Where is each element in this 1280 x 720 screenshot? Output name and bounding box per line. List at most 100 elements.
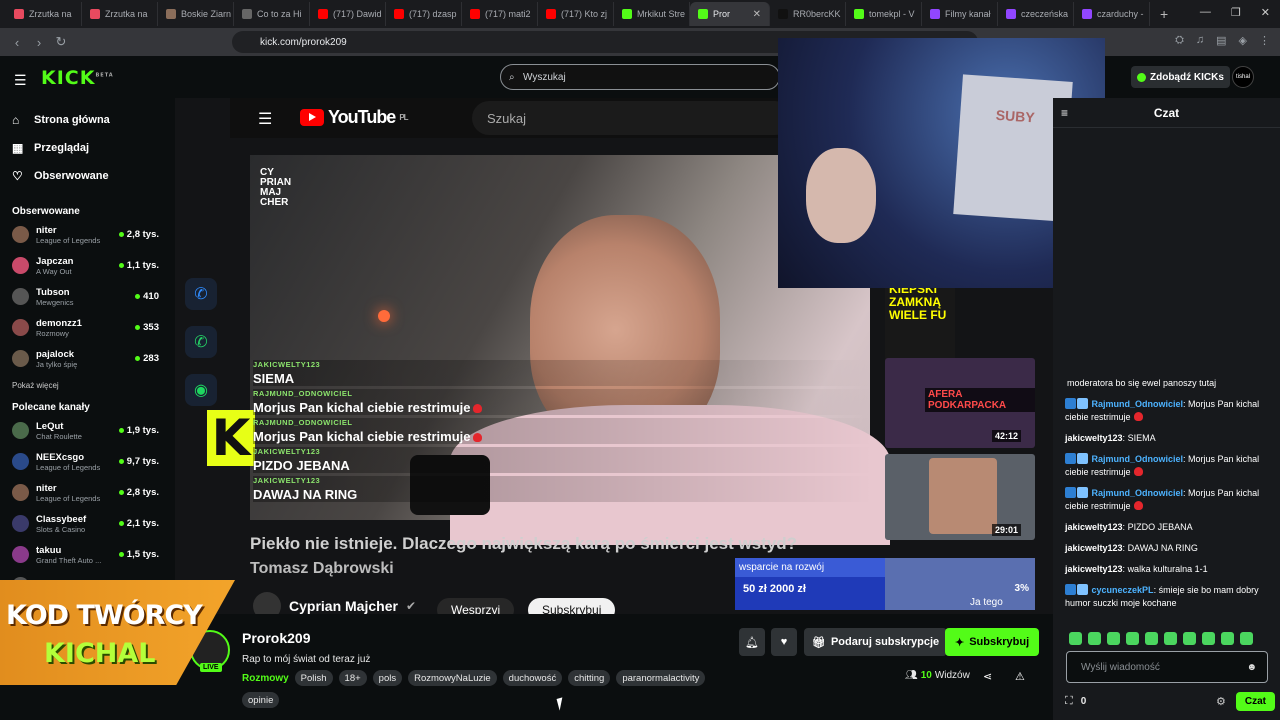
channel-name[interactable]: Prorok209 <box>242 630 310 646</box>
sidebar-channel[interactable]: takuu Grand Theft Auto ... 1,5 tys. <box>0 539 175 570</box>
report-icon[interactable]: ⚠ <box>1015 670 1025 683</box>
browser-tab[interactable]: (717) Dawid <box>310 2 386 26</box>
browser-tab[interactable]: czeczeńska <box>998 2 1074 26</box>
category-link[interactable]: Rozmowy <box>242 670 289 686</box>
browser-tab[interactable]: Co to za Hi <box>234 2 310 26</box>
emote-icon[interactable] <box>1107 632 1120 645</box>
emote-icon[interactable] <box>1202 632 1215 645</box>
sidebar-channel[interactable]: demonzz1 Rozmowy 353 <box>0 312 175 343</box>
browser-tab[interactable]: Filmy kanał <box>922 2 998 26</box>
browser-tab[interactable]: czarduchy - <box>1074 2 1150 26</box>
star-icon: ✦ <box>955 636 965 649</box>
browser-tab[interactable]: (717) dzasp <box>386 2 462 26</box>
chat-username[interactable]: jakicwelty123 <box>1065 522 1123 532</box>
get-kicks-button[interactable]: Zdobądź KICKs <box>1131 66 1230 88</box>
sidepanel-icon[interactable]: ▤ <box>1216 34 1226 47</box>
new-tab-icon[interactable]: + <box>1150 6 1178 22</box>
nav-label: Strona główna <box>34 114 110 126</box>
translate-icon[interactable]: ⛭ <box>1175 34 1184 47</box>
reload-icon[interactable]: ↻ <box>50 34 72 50</box>
channel-avatar <box>12 515 29 532</box>
stream-tag[interactable]: paranormalactivity <box>616 670 706 686</box>
emote-icon[interactable] <box>1069 632 1082 645</box>
browser-tab[interactable]: (717) Kto zj <box>538 2 614 26</box>
menu-icon[interactable]: ⋮ <box>1259 34 1270 47</box>
stream-tag[interactable]: Polish <box>294 670 333 686</box>
restore-icon[interactable]: ❐ <box>1231 6 1241 19</box>
sidebar-nav-item[interactable]: ♡ Obserwowane <box>0 162 175 190</box>
live-dot-icon <box>135 294 141 299</box>
stream-tag[interactable]: RozmowyNaLuzie <box>408 670 497 686</box>
show-more-link[interactable]: Pokaż więcej <box>0 374 175 396</box>
chat-username[interactable]: Rajmund_Odnowiciel <box>1092 454 1184 464</box>
user-badge-icon <box>1077 487 1088 498</box>
emote-icon[interactable] <box>1088 632 1101 645</box>
chat-username[interactable]: jakicwelty123 <box>1065 433 1123 443</box>
back-icon[interactable]: ‹ <box>6 35 28 50</box>
tab-favicon <box>698 9 708 19</box>
chat-username[interactable]: cycuneczekPL <box>1092 585 1154 595</box>
tab-label: Zrzutka na <box>29 9 72 19</box>
close-window-icon[interactable]: ✕ <box>1261 6 1270 19</box>
channel-name: Japczan <box>36 255 74 267</box>
sidebar-channel[interactable]: Classybeef Slots & Casino 2,1 tys. <box>0 508 175 539</box>
stream-tag[interactable]: duchowość <box>502 670 563 686</box>
channel-viewers: 1,9 tys. <box>118 425 159 436</box>
sidebar-channel[interactable]: Tubson Mewgenics 410 <box>0 281 175 312</box>
sidebar-nav-item[interactable]: ▦ Przeglądaj <box>0 134 175 162</box>
subscribe-button[interactable]: ✦ Subskrybuj <box>945 628 1040 656</box>
browser-tab[interactable]: Zrzutka na <box>6 2 82 26</box>
gift-subs-button[interactable]: 🎁︎ Podaruj subskrypcje <box>804 628 948 656</box>
sidebar-channel[interactable]: NEEXcsgo League of Legends 9,7 tys. <box>0 446 175 477</box>
close-tab-icon[interactable]: ✕ <box>753 9 761 20</box>
emote-icon[interactable] <box>1126 632 1139 645</box>
hamburger-icon[interactable]: ☰ <box>14 72 27 89</box>
channel-viewers: 9,7 tys. <box>118 456 159 467</box>
emoji-icon[interactable]: ☻ <box>1246 662 1257 673</box>
sidebar-nav-item[interactable]: ⌂ Strona główna <box>0 106 175 134</box>
emote-icon[interactable] <box>1145 632 1158 645</box>
forward-icon[interactable]: › <box>28 35 50 50</box>
browser-tab[interactable]: (717) mati2 <box>462 2 538 26</box>
chat-username[interactable]: Rajmund_Odnowiciel <box>1092 488 1184 498</box>
stream-tag[interactable]: 18+ <box>338 670 367 686</box>
user-avatar[interactable]: tishal <box>1232 66 1254 88</box>
kick-logo[interactable]: KICKBETA <box>41 67 114 89</box>
stream-tag[interactable]: opinie <box>242 692 280 708</box>
collapse-chat-icon[interactable]: ≡ <box>1061 106 1068 120</box>
emote-icon[interactable] <box>1221 632 1234 645</box>
channel-category: Mewgenics <box>36 297 74 307</box>
sidebar-channel[interactable]: Japczan A Way Out 1,1 tys. <box>0 250 175 281</box>
sidebar-channel[interactable]: niter League of Legends 2,8 tys. <box>0 477 175 508</box>
stream-tag[interactable]: pols <box>372 670 403 686</box>
live-dot-icon <box>135 356 141 361</box>
sidebar-channel[interactable]: LeQut Chat Roulette 1,9 tys. <box>0 415 175 446</box>
stream-tag[interactable]: chitting <box>568 670 611 686</box>
channel-name: NEEXcsgo <box>36 451 85 463</box>
chat-username[interactable]: jakicwelty123 <box>1065 564 1123 574</box>
chat-username[interactable]: Rajmund_Odnowiciel <box>1092 399 1184 409</box>
emote-icon[interactable] <box>1183 632 1196 645</box>
points-icon[interactable]: ⛶ <box>1065 695 1073 708</box>
settings-icon[interactable]: ⚙ <box>1216 695 1226 708</box>
send-chat-button[interactable]: Czat <box>1235 691 1275 711</box>
search-input[interactable]: ⌕ Wyszukaj <box>500 64 780 90</box>
emote-icon[interactable] <box>1240 632 1253 645</box>
notification-bell-icon[interactable]: 🔔︎ <box>739 628 765 656</box>
chat-username[interactable]: jakicwelty123 <box>1065 543 1123 553</box>
chat-input[interactable]: Wyślij wiadomość ☻ <box>1066 651 1268 683</box>
emote-icon[interactable] <box>1164 632 1177 645</box>
browser-tab[interactable]: Pror ✕ <box>690 2 770 26</box>
follow-heart-icon[interactable]: ♥ <box>771 628 797 656</box>
sidebar-channel[interactable]: pajalock Ja tylko śpię 283 <box>0 343 175 374</box>
browser-tab[interactable]: Mrkikut Stre <box>614 2 690 26</box>
browser-tab[interactable]: tomekpl - V <box>846 2 922 26</box>
music-icon[interactable]: ♫ <box>1196 34 1204 47</box>
sidebar-channel[interactable]: niter League of Legends 2,8 tys. <box>0 219 175 250</box>
shield-icon[interactable]: ◈ <box>1239 34 1247 47</box>
minimize-icon[interactable]: — <box>1200 6 1211 19</box>
browser-tab[interactable]: RR0bercKK <box>770 2 846 26</box>
share-icon[interactable]: ⋖ <box>983 670 992 683</box>
browser-tab[interactable]: Boskie Ziarn <box>158 2 234 26</box>
browser-tab[interactable]: Zrzutka na <box>82 2 158 26</box>
